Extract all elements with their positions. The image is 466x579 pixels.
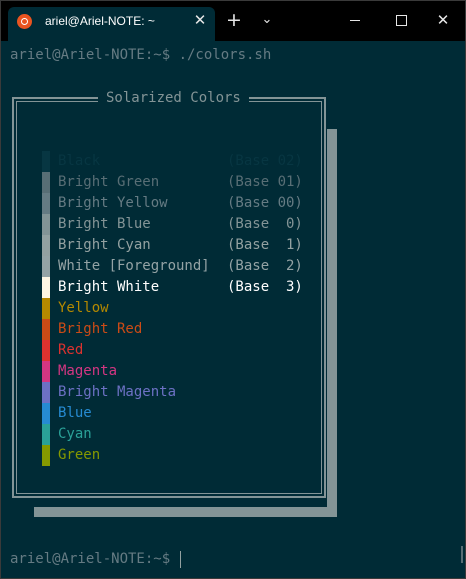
color-name: Bright Cyan [58, 237, 151, 253]
color-swatch [42, 424, 50, 445]
maximize-button[interactable] [386, 9, 416, 31]
color-name: Bright Red [58, 321, 143, 337]
color-name: Green [58, 447, 101, 463]
box-shadow-right [327, 129, 337, 517]
color-row: Bright Magenta [42, 382, 302, 403]
color-swatch [42, 214, 50, 235]
color-row: Bright Blue (Base 0) [42, 214, 303, 235]
color-base-label: (Base 0) [227, 216, 303, 232]
color-list: Black (Base 02) Bright Green (Base 01) Brigh… [42, 151, 303, 466]
color-name: Bright Blue [58, 216, 151, 232]
color-swatch [42, 319, 50, 340]
color-base-label: (Base 3) [227, 279, 303, 295]
terminal-window: ariel@Ariel-NOTE: ~ ✕ + ⌄ ✕ ariel@Ariel-… [0, 0, 466, 579]
color-base-label: (Base 2) [227, 258, 303, 274]
minimize-icon [350, 19, 360, 21]
dialog-title: Solarized Colors [98, 89, 249, 107]
ubuntu-logo-icon [17, 14, 32, 29]
color-swatch [42, 193, 50, 214]
color-row: Bright Green (Base 01) [42, 172, 303, 193]
color-row: Red [42, 340, 302, 361]
color-name: Yellow [58, 300, 109, 316]
tab-title: ariel@Ariel-NOTE: ~ [45, 14, 155, 28]
color-swatch [42, 151, 50, 172]
new-tab-button[interactable]: + [223, 9, 245, 31]
color-swatch [42, 172, 50, 193]
color-swatch [42, 361, 50, 382]
color-name: Blue [58, 405, 92, 421]
color-base-label: (Base 02) [227, 153, 303, 169]
prompt-line[interactable]: ariel@Ariel-NOTE:~$ [10, 550, 181, 568]
color-row: Cyan [42, 424, 302, 445]
color-row: Blue [42, 403, 302, 424]
color-row: Green [42, 445, 302, 466]
color-row: Bright Cyan (Base 1) [42, 235, 303, 256]
color-name: Red [58, 342, 84, 358]
color-row: Bright White (Base 3) [42, 277, 303, 298]
color-name: Bright Yellow [58, 195, 168, 211]
box-shadow-bottom [34, 507, 337, 517]
color-name: Bright Magenta [58, 384, 177, 400]
color-swatch [42, 298, 50, 319]
minimize-button[interactable] [340, 9, 370, 31]
color-swatch [42, 340, 50, 361]
color-name: Bright White [58, 279, 160, 295]
color-row: Bright Yellow (Base 00) [42, 193, 303, 214]
command-line: ariel@Ariel-NOTE:~$ ./colors.sh [10, 47, 272, 63]
color-base-label: (Base 1) [227, 237, 303, 253]
terminal-tab[interactable]: ariel@Ariel-NOTE: ~ ✕ [8, 7, 215, 41]
prompt-text: ariel@Ariel-NOTE:~$ [10, 551, 179, 567]
color-row: Bright Red [42, 319, 302, 340]
color-swatch [42, 403, 50, 424]
color-swatch [42, 256, 50, 277]
scrollbar-thumb[interactable] [461, 546, 463, 563]
text-cursor [179, 550, 181, 568]
color-base-label: (Base 00) [227, 195, 303, 211]
color-swatch [42, 382, 50, 403]
color-swatch [42, 235, 50, 256]
color-name: Cyan [58, 426, 92, 442]
close-window-button[interactable]: ✕ [428, 9, 458, 31]
chevron-down-icon[interactable]: ⌄ [256, 9, 278, 31]
color-swatch [42, 445, 50, 466]
color-name: Bright Green [58, 174, 160, 190]
title-bar: ariel@Ariel-NOTE: ~ ✕ + ⌄ ✕ [1, 1, 465, 41]
color-row: White [Foreground] (Base 2) [42, 256, 303, 277]
maximize-icon [395, 14, 407, 26]
terminal-area[interactable]: ariel@Ariel-NOTE:~$ ./colors.sh Solarize… [1, 41, 465, 578]
color-swatch [42, 277, 50, 298]
tab-close-icon[interactable]: ✕ [190, 10, 210, 30]
color-row: Yellow [42, 298, 302, 319]
color-name: Magenta [58, 363, 118, 379]
color-name: White [Foreground] [58, 258, 210, 274]
color-base-label: (Base 01) [227, 174, 303, 190]
color-row: Magenta [42, 361, 302, 382]
color-row: Black (Base 02) [42, 151, 303, 172]
color-name: Black [58, 153, 101, 169]
